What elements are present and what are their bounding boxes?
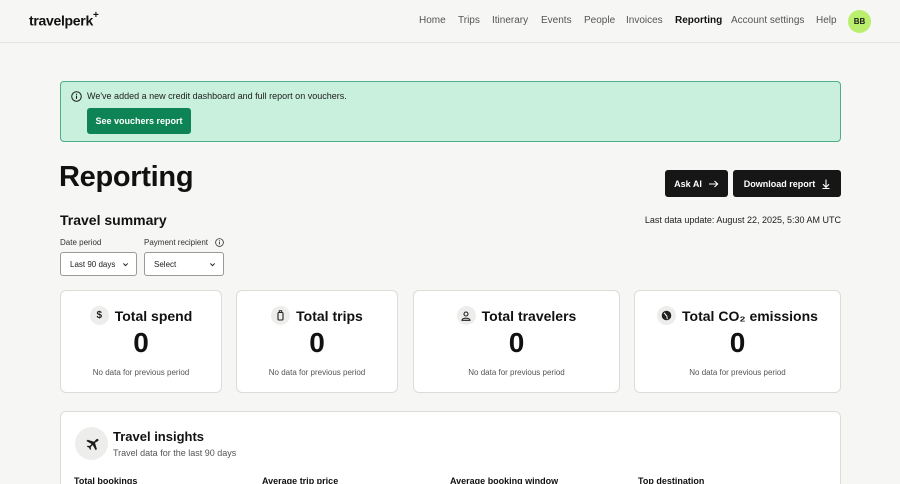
total-co2-emissions-card: Total CO₂ emissions 0 No data for previo…: [634, 290, 841, 393]
nav-item-invoices[interactable]: Invoices: [626, 15, 663, 26]
travel-insights-heading: Travel insights: [113, 429, 205, 444]
person-icon: [456, 306, 476, 325]
download-icon: [822, 179, 830, 189]
card-value: 0: [508, 327, 525, 358]
metric-average-trip-price: Average trip price: [262, 476, 339, 484]
travel-insights-subtitle: Travel data for the last 90 days: [113, 448, 237, 458]
chevron-down-icon: [209, 263, 216, 267]
card-comparison: No data for previous period: [689, 368, 786, 377]
card-comparison: No data for previous period: [268, 368, 366, 377]
download-report-button[interactable]: Download report: [733, 170, 841, 197]
nav-item-reporting[interactable]: Reporting: [675, 15, 722, 26]
globe-icon: [657, 306, 677, 325]
card-value: 0: [729, 327, 746, 358]
info-circle-icon[interactable]: [215, 238, 224, 247]
nav-item-people[interactable]: People: [584, 15, 615, 26]
nav-item-account-settings[interactable]: Account settings: [731, 15, 804, 26]
arrow-right-icon: [708, 180, 719, 187]
nav-item-events[interactable]: Events: [541, 15, 572, 26]
card-title: Total spend: [114, 307, 193, 324]
card-title: Total CO₂ emissions: [682, 307, 818, 324]
download-report-label: Download report: [743, 178, 816, 189]
airplane-icon: [75, 427, 108, 460]
metric-total-bookings: Total bookings: [74, 476, 138, 484]
dollar-icon: $: [89, 306, 109, 325]
see-vouchers-report-button[interactable]: See vouchers report: [87, 108, 191, 134]
ask-ai-button[interactable]: Ask AI: [665, 170, 728, 197]
card-comparison: No data for previous period: [468, 368, 565, 377]
luggage-icon: [271, 306, 291, 325]
last-data-update: Last data update: August 22, 2025, 5:30 …: [644, 215, 841, 225]
ask-ai-label: Ask AI: [674, 178, 702, 189]
info-circle-icon: [71, 91, 82, 102]
date-period-label: Date period: [60, 238, 102, 247]
travel-insights-panel: Travel insights Travel data for the last…: [60, 411, 841, 484]
user-avatar[interactable]: BB: [848, 10, 871, 33]
nav-item-trips[interactable]: Trips: [458, 15, 480, 26]
nav-item-home[interactable]: Home: [419, 15, 446, 26]
card-value: 0: [133, 327, 149, 358]
payment-recipient-select[interactable]: Select: [144, 252, 224, 276]
payment-recipient-label: Payment recipient: [144, 238, 209, 247]
vouchers-announcement-banner: We've added a new credit dashboard and f…: [60, 81, 841, 142]
date-period-value: Last 90 days: [70, 259, 116, 269]
card-title: Total travelers: [481, 307, 577, 324]
chevron-down-icon: [122, 263, 129, 267]
travelperk-logo[interactable]: travelperk+: [29, 10, 99, 29]
total-spend-card: $ Total spend 0 No data for previous per…: [60, 290, 222, 393]
metric-average-booking-window: Average booking window: [450, 476, 559, 484]
payment-recipient-value: Select: [154, 259, 177, 269]
card-title: Total trips: [296, 307, 363, 324]
date-period-select[interactable]: Last 90 days: [60, 252, 137, 276]
top-navigation-bar: travelperk+ Home Trips Itinerary Events …: [0, 0, 900, 43]
nav-item-itinerary[interactable]: Itinerary: [492, 15, 528, 26]
nav-item-help[interactable]: Help: [816, 15, 837, 26]
banner-message: We've added a new credit dashboard and f…: [87, 91, 347, 101]
card-value: 0: [309, 327, 325, 358]
total-travelers-card: Total travelers 0 No data for previous p…: [413, 290, 620, 393]
page-title: Reporting: [59, 161, 194, 193]
total-trips-card: Total trips 0 No data for previous perio…: [236, 290, 398, 393]
travel-summary-heading: Travel summary: [60, 212, 167, 228]
metric-top-destination: Top destination: [638, 476, 705, 484]
card-comparison: No data for previous period: [92, 368, 190, 377]
